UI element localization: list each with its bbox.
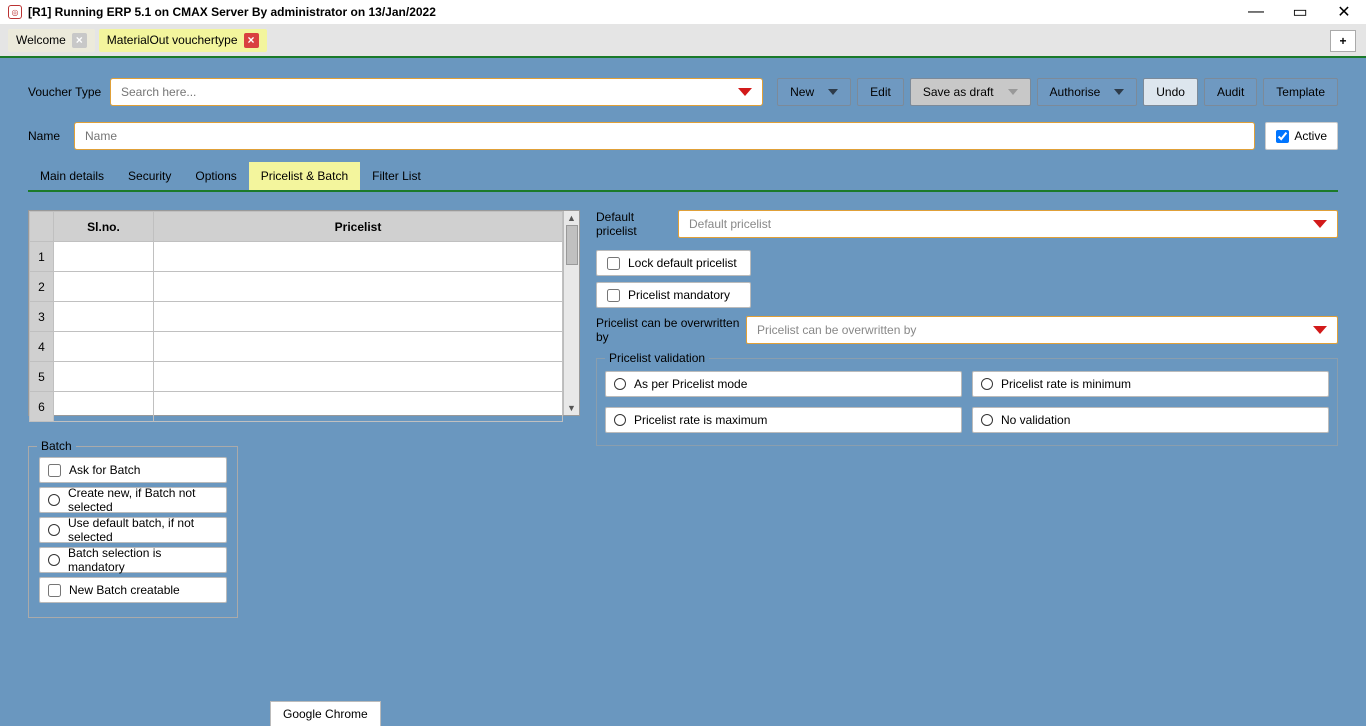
workspace: Voucher Type New Edit Save as draft Auth… [0,58,1366,726]
radio-icon [48,524,60,536]
tab-pricelist-batch[interactable]: Pricelist & Batch [249,162,360,190]
minimize-button[interactable]: — [1234,0,1278,24]
subtabs: Main details Security Options Pricelist … [28,162,1338,192]
window-title: [R1] Running ERP 5.1 on CMAX Server By a… [28,5,436,19]
use-default-batch[interactable]: Use default batch, if not selected [39,517,227,543]
table-row: 5 [30,362,563,392]
col-checkbox[interactable] [30,212,54,242]
voucher-type-label: Voucher Type [28,85,110,99]
maximize-button[interactable]: ▭ [1278,0,1322,24]
opt-no-validation[interactable]: No validation [972,407,1329,433]
save-as-draft-button[interactable]: Save as draft [910,78,1031,106]
radio-icon [614,414,626,426]
tab-label: MaterialOut vouchertype [107,33,238,47]
name-label: Name [28,129,74,143]
active-label: Active [1294,129,1327,143]
pricelist-mandatory[interactable]: Pricelist mandatory [596,282,751,308]
close-button[interactable]: ✕ [1322,0,1366,24]
tab-main-details[interactable]: Main details [28,162,116,190]
radio-icon [48,494,60,506]
scrollbar[interactable]: ▲ ▼ [563,211,579,415]
radio-icon [48,554,60,566]
add-tab-button[interactable]: + [1330,30,1356,52]
opt-rate-minimum[interactable]: Pricelist rate is minimum [972,371,1329,397]
authorise-button[interactable]: Authorise [1037,78,1138,106]
edit-button[interactable]: Edit [857,78,904,106]
radio-icon [981,378,993,390]
validation-legend: Pricelist validation [605,351,709,365]
batch-fieldset: Batch Ask for Batch Create new, if Batch… [28,446,238,618]
active-checkbox[interactable] [1276,130,1289,143]
template-button[interactable]: Template [1263,78,1338,106]
titlebar: ◎ [R1] Running ERP 5.1 on CMAX Server By… [0,0,1366,24]
taskbar-chrome[interactable]: Google Chrome [270,701,381,726]
chevron-down-icon [1008,89,1018,95]
scroll-down-icon[interactable]: ▼ [567,403,576,413]
table-row: 1 [30,242,563,272]
tab-label: Welcome [16,33,66,47]
chevron-down-icon [1313,326,1327,334]
table-row: 3 [30,302,563,332]
chevron-down-icon [1114,89,1124,95]
batch-legend: Batch [37,439,76,453]
pricelist-validation-fieldset: Pricelist validation As per Pricelist mo… [596,358,1338,446]
name-field[interactable] [74,122,1255,150]
chevron-down-icon [828,89,838,95]
col-slno: Sl.no. [54,212,154,242]
tab-welcome[interactable]: Welcome × [8,29,95,52]
tab-security[interactable]: Security [116,162,183,190]
close-icon[interactable]: × [72,33,87,48]
table-row: 4 [30,332,563,362]
overwrite-by-select[interactable]: Pricelist can be overwritten by [746,316,1338,344]
table-row: 6 [30,392,563,422]
default-pricelist-select[interactable]: Default pricelist [678,210,1338,238]
ask-for-batch[interactable]: Ask for Batch [39,457,227,483]
table-row: 2 [30,272,563,302]
radio-icon [981,414,993,426]
close-icon[interactable]: × [244,33,259,48]
col-pricelist: Pricelist [154,212,563,242]
opt-rate-maximum[interactable]: Pricelist rate is maximum [605,407,962,433]
batch-mandatory[interactable]: Batch selection is mandatory [39,547,227,573]
search-input[interactable] [121,85,738,99]
scroll-up-icon[interactable]: ▲ [567,213,576,223]
scroll-thumb[interactable] [566,225,578,265]
app-icon: ◎ [8,5,22,19]
undo-button[interactable]: Undo [1143,78,1198,106]
tab-materialout-vouchertype[interactable]: MaterialOut vouchertype × [99,29,267,52]
tab-filter-list[interactable]: Filter List [360,162,433,190]
default-pricelist-label: Default pricelist [596,210,678,238]
new-batch-creatable[interactable]: New Batch creatable [39,577,227,603]
opt-as-per-mode[interactable]: As per Pricelist mode [605,371,962,397]
new-button[interactable]: New [777,78,851,106]
create-new-batch[interactable]: Create new, if Batch not selected [39,487,227,513]
tab-options[interactable]: Options [183,162,248,190]
chevron-down-icon [1313,220,1327,228]
active-checkbox-wrap[interactable]: Active [1265,122,1338,150]
pricelist-table: Sl.no. Pricelist 1 2 3 4 5 6 [29,211,563,422]
document-tab-strip: Welcome × MaterialOut vouchertype × + [0,24,1366,58]
chevron-down-icon [738,88,752,96]
lock-default-pricelist[interactable]: Lock default pricelist [596,250,751,276]
voucher-type-search[interactable] [110,78,763,106]
audit-button[interactable]: Audit [1204,78,1257,106]
pricelist-table-wrap: Sl.no. Pricelist 1 2 3 4 5 6 ▲ [28,210,580,416]
overwrite-label: Pricelist can be overwritten by [596,316,746,344]
radio-icon [614,378,626,390]
